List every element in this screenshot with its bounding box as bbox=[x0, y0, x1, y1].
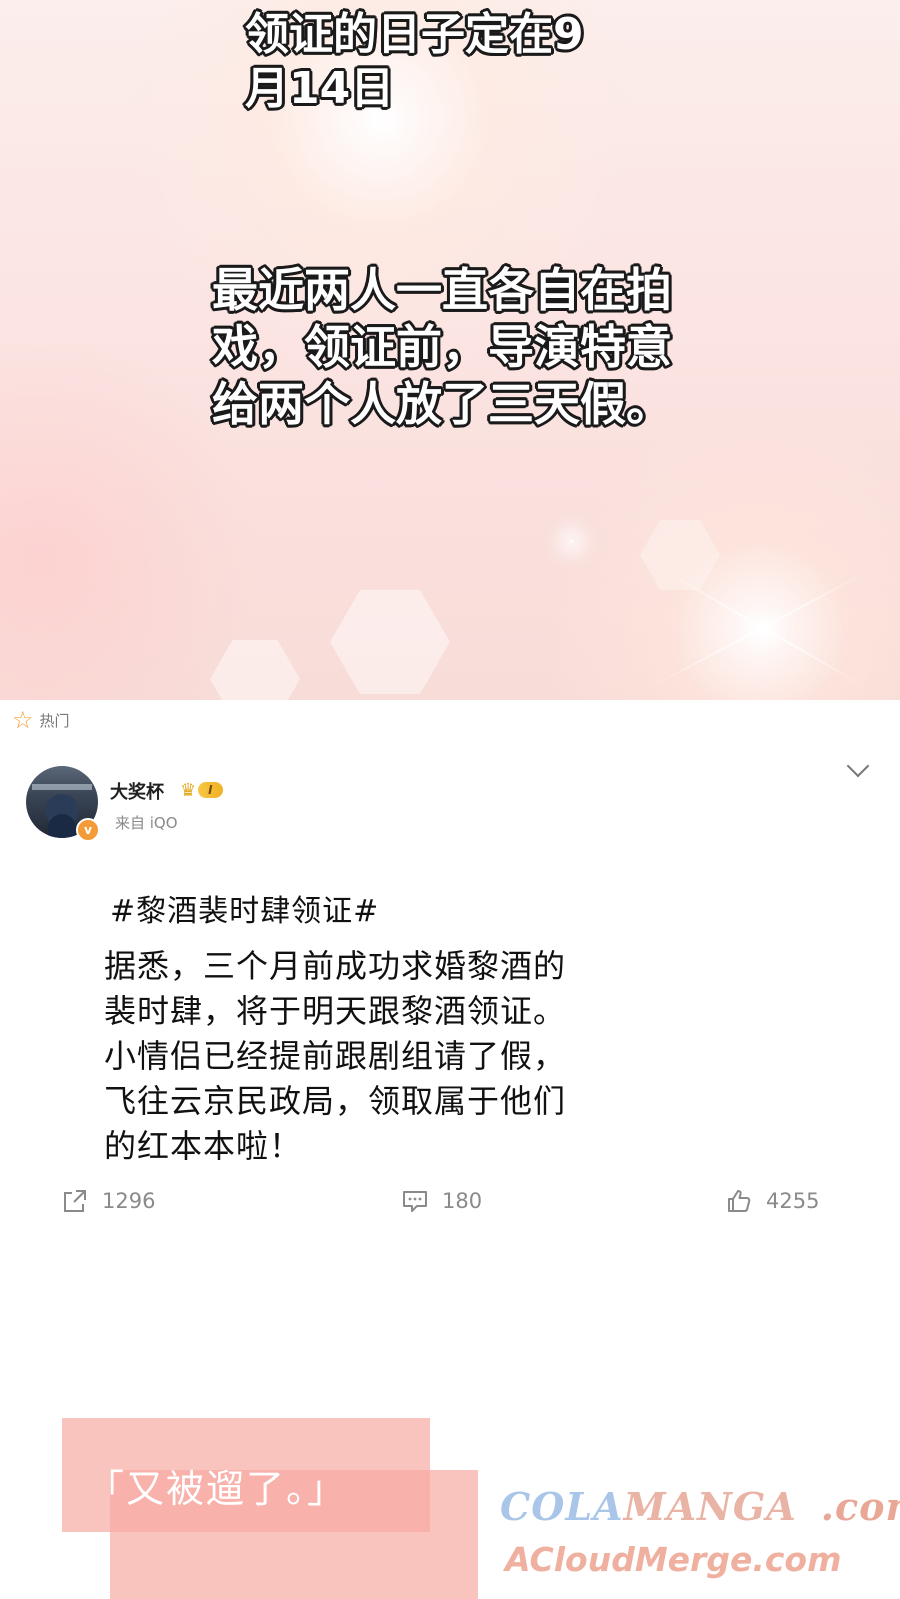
hot-section-header: ☆ 热门 bbox=[12, 706, 70, 734]
sparkle bbox=[380, 118, 386, 124]
comment-button[interactable]: 180 bbox=[402, 1184, 482, 1218]
bokeh-hexagon bbox=[330, 590, 450, 694]
bottom-caption: 「又被遛了。」 bbox=[86, 1467, 348, 1511]
verified-icon: v bbox=[76, 818, 100, 842]
hot-label: 热门 bbox=[39, 711, 70, 730]
like-button[interactable]: 4255 bbox=[726, 1184, 819, 1218]
repost-button[interactable]: 1296 bbox=[62, 1184, 155, 1218]
member-badge[interactable]: ♛ I bbox=[180, 779, 232, 801]
like-count: 4255 bbox=[766, 1189, 820, 1213]
sparkle bbox=[570, 540, 573, 543]
chevron-down-icon[interactable] bbox=[846, 754, 870, 778]
watermark-cola: COLA bbox=[500, 1484, 624, 1529]
crown-icon: ♛ bbox=[180, 779, 197, 801]
watermark-manga: MANGA bbox=[623, 1484, 797, 1529]
post-source: 来自 iQO bbox=[115, 814, 178, 832]
watermark-merge: ACloudMerge.com bbox=[505, 1540, 842, 1579]
caption-wedding-date: 领证的日子定在9月14日 bbox=[245, 9, 584, 114]
like-icon bbox=[728, 1190, 751, 1212]
illustration-panel: 领证的日子定在9月14日 最近两人一直各自在拍戏，领证前，导演特意给两个人放了三… bbox=[0, 0, 900, 700]
bokeh-hexagon bbox=[210, 640, 300, 700]
share-icon bbox=[64, 1190, 86, 1212]
watermark-site: COLAMANGA .com bbox=[500, 1484, 900, 1529]
caption-vacation: 最近两人一直各自在拍戏，领证前，导演特意给两个人放了三天假。 bbox=[212, 263, 672, 431]
level-badge: I bbox=[198, 782, 223, 798]
repost-count: 1296 bbox=[102, 1189, 156, 1213]
hashtag-link[interactable]: #黎酒裴时肆领证# bbox=[110, 886, 379, 930]
post-body: 据悉，三个月前成功求婚黎酒的裴时肆，将于明天跟黎酒领证。小情侣已经提前跟剧组请了… bbox=[104, 947, 567, 1165]
watermark-com: .com bbox=[820, 1484, 900, 1529]
comment-icon bbox=[403, 1191, 427, 1212]
comment-count: 180 bbox=[442, 1189, 483, 1213]
star-icon: ☆ bbox=[12, 706, 34, 734]
username[interactable]: 大奖杯 bbox=[110, 778, 164, 804]
